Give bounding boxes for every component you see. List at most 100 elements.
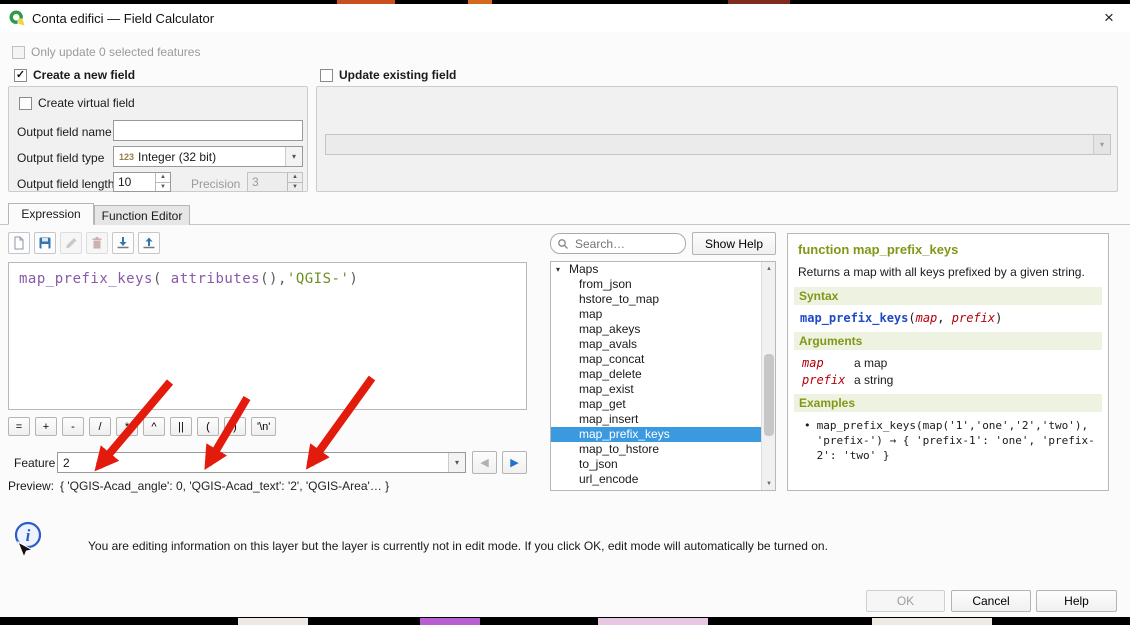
function-tree[interactable]: ▾ Maps from_json hstore_to_map map map_a… [550, 261, 776, 491]
close-button[interactable]: × [1098, 7, 1120, 29]
expression-token: (), [260, 271, 287, 287]
function-tree-item[interactable]: map_get [551, 397, 762, 412]
checkbox-update-existing-field[interactable]: Update existing field [320, 69, 456, 82]
operator-buttons: = + - / * ^ || ( ) '\n' [8, 417, 276, 436]
operator-open-paren[interactable]: ( [197, 417, 219, 436]
existing-field-combo: ▾ [325, 134, 1111, 155]
title-bar[interactable]: Conta edifici — Field Calculator × [0, 4, 1130, 32]
cancel-button[interactable]: Cancel [951, 590, 1031, 612]
argument-row: prefix a string [802, 373, 1098, 387]
tab-expression[interactable]: Expression [8, 203, 94, 225]
spin-down-icon[interactable]: ▼ [156, 183, 170, 192]
checkbox-box[interactable] [19, 97, 32, 110]
help-description: Returns a map with all keys prefixed by … [798, 265, 1098, 279]
output-field-type-label: Output field type [17, 151, 104, 165]
chevron-down-icon[interactable]: ▾ [448, 453, 465, 472]
export-expression-button[interactable] [138, 232, 160, 254]
checkbox-box[interactable] [12, 46, 25, 59]
ok-button[interactable]: OK [866, 590, 945, 612]
function-tree-item[interactable]: hstore_to_map [551, 292, 762, 307]
operator-power[interactable]: ^ [143, 417, 165, 436]
output-field-length-spinner[interactable]: 10 ▲ ▼ [113, 172, 171, 192]
function-tree-item-selected[interactable]: map_prefix_keys [551, 427, 762, 442]
pencil-icon [64, 236, 78, 250]
function-tree-item[interactable]: map_avals [551, 337, 762, 352]
output-field-type-combo[interactable]: 123 Integer (32 bit) ▾ [113, 146, 303, 167]
bullet-icon: • [804, 418, 811, 463]
search-input[interactable] [573, 236, 673, 252]
help-button[interactable]: Help [1036, 590, 1117, 612]
desktop-background-fragment [872, 618, 992, 625]
operator-multiply[interactable]: * [116, 417, 138, 436]
scrollbar-thumb[interactable] [764, 354, 774, 436]
checkbox-create-virtual-field[interactable]: Create virtual field [19, 97, 135, 110]
previous-arrow-icon: ◀ [480, 457, 488, 469]
function-search[interactable] [550, 233, 686, 254]
function-tree-item[interactable]: map_akeys [551, 322, 762, 337]
operator-concat[interactable]: || [170, 417, 192, 436]
preview-row: Preview:{ 'QGIS-Acad_angle': 0, 'QGIS-Ac… [8, 479, 389, 493]
new-expression-button[interactable] [8, 232, 30, 254]
feature-value: 2 [63, 456, 70, 470]
previous-feature-button: ◀ [472, 451, 497, 474]
import-expression-button[interactable] [112, 232, 134, 254]
output-field-name-input[interactable] [113, 120, 303, 141]
window-title: Conta edifici — Field Calculator [32, 11, 214, 26]
operator-minus[interactable]: - [62, 417, 84, 436]
function-tree-item[interactable]: map_concat [551, 352, 762, 367]
checkbox-box[interactable] [320, 69, 333, 82]
checkbox-only-update-selected[interactable]: Only update 0 selected features [12, 46, 200, 59]
show-help-button[interactable]: Show Help [692, 232, 776, 255]
operator-divide[interactable]: / [89, 417, 111, 436]
function-tree-item[interactable]: map_to_hstore [551, 442, 762, 457]
example-item: • map_prefix_keys(map('1','one','2','two… [804, 418, 1100, 463]
function-tree-item[interactable]: map_delete [551, 367, 762, 382]
scroll-up-icon[interactable]: ▲ [762, 262, 776, 275]
function-tree-item[interactable]: to_json [551, 457, 762, 472]
operator-newline[interactable]: '\n' [251, 417, 276, 436]
syntax-heading: Syntax [794, 287, 1102, 305]
preview-label: Preview: [8, 479, 54, 493]
expression-token: ) [349, 271, 358, 287]
expression-toolbar [8, 232, 160, 254]
tree-scrollbar[interactable]: ▲ ▼ [761, 262, 775, 490]
precision-value: 3 [248, 173, 287, 191]
function-tree-item[interactable]: from_json [551, 277, 762, 292]
info-icon: i [12, 520, 46, 560]
expand-icon[interactable]: ▾ [556, 262, 560, 277]
integer-type-icon: 123 [119, 152, 134, 162]
function-tree-item[interactable]: map_exist [551, 382, 762, 397]
argument-row: map a map [802, 356, 1098, 370]
svg-text:i: i [26, 526, 31, 545]
function-tree-item[interactable]: map [551, 307, 762, 322]
expression-editor[interactable]: map_prefix_keys( attributes(),'QGIS-') [8, 262, 527, 410]
checkbox-create-new-field[interactable]: ✓ Create a new field [14, 69, 135, 82]
spin-up-icon[interactable]: ▲ [156, 173, 170, 183]
feature-combo[interactable]: 2 ▾ [57, 452, 466, 473]
scroll-down-icon[interactable]: ▼ [762, 477, 776, 490]
output-field-length-value: 10 [114, 173, 155, 191]
function-tree-item[interactable]: map_insert [551, 412, 762, 427]
desktop-background-fragment [598, 618, 708, 625]
chevron-down-icon: ▾ [1093, 135, 1110, 154]
save-expression-button[interactable] [34, 232, 56, 254]
chevron-down-icon[interactable]: ▾ [285, 147, 302, 166]
update-existing-field-group: ▾ [316, 86, 1118, 192]
next-feature-button[interactable]: ▶ [502, 451, 527, 474]
operator-plus[interactable]: + [35, 417, 57, 436]
spin-down-icon: ▼ [288, 183, 302, 192]
expression-token: attributes [171, 271, 260, 287]
function-tree-group-maps[interactable]: ▾ Maps [551, 262, 762, 277]
operator-close-paren[interactable]: ) [224, 417, 246, 436]
checkbox-box[interactable]: ✓ [14, 69, 27, 82]
edit-mode-notice: You are editing information on this laye… [88, 539, 1068, 553]
operator-equals[interactable]: = [8, 417, 30, 436]
import-icon [116, 236, 130, 250]
export-icon [142, 236, 156, 250]
output-field-type-value: Integer (32 bit) [138, 150, 216, 164]
next-arrow-icon: ▶ [510, 457, 518, 469]
expression-token: ( [153, 271, 171, 287]
function-tree-item[interactable]: url_encode [551, 472, 762, 487]
precision-spinner: 3 ▲ ▼ [247, 172, 303, 192]
tab-function-editor[interactable]: Function Editor [94, 205, 190, 225]
